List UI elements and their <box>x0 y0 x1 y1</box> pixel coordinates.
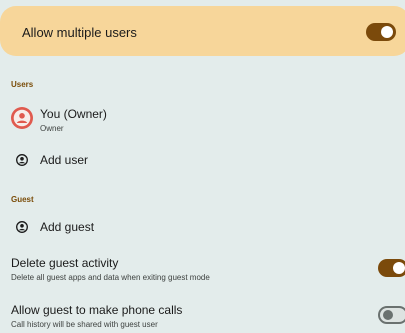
users-section-header: Users <box>11 80 34 89</box>
add-user-label: Add user <box>40 153 89 167</box>
toggle-thumb <box>383 310 393 320</box>
add-guest-row[interactable]: Add guest <box>0 215 405 241</box>
guest-phone-calls-toggle[interactable] <box>378 306 405 324</box>
add-user-icon <box>16 154 28 166</box>
toggle-thumb <box>393 262 405 274</box>
add-guest-icon <box>16 221 28 233</box>
owner-role: Owner <box>40 124 64 133</box>
delete-guest-activity-toggle[interactable] <box>378 259 405 277</box>
add-user-row[interactable]: Add user <box>0 148 405 174</box>
guest-phone-calls-row[interactable]: Allow guest to make phone calls Call his… <box>0 302 405 332</box>
guest-phone-calls-title: Allow guest to make phone calls <box>11 303 183 317</box>
allow-multiple-users-label: Allow multiple users <box>22 25 137 40</box>
delete-guest-activity-title: Delete guest activity <box>11 256 119 270</box>
delete-guest-activity-subtitle: Delete all guest apps and data when exit… <box>11 273 210 282</box>
owner-name: You (Owner) <box>40 107 107 121</box>
allow-multiple-users-toggle[interactable] <box>366 23 396 41</box>
toggle-thumb <box>381 26 393 38</box>
owner-row[interactable]: You (Owner) Owner <box>0 100 405 138</box>
guest-phone-calls-subtitle: Call history will be shared with guest u… <box>11 320 158 329</box>
owner-avatar-icon <box>11 107 33 129</box>
add-guest-label: Add guest <box>40 220 95 234</box>
delete-guest-activity-row[interactable]: Delete guest activity Delete all guest a… <box>0 255 405 285</box>
guest-section-header: Guest <box>11 195 34 204</box>
